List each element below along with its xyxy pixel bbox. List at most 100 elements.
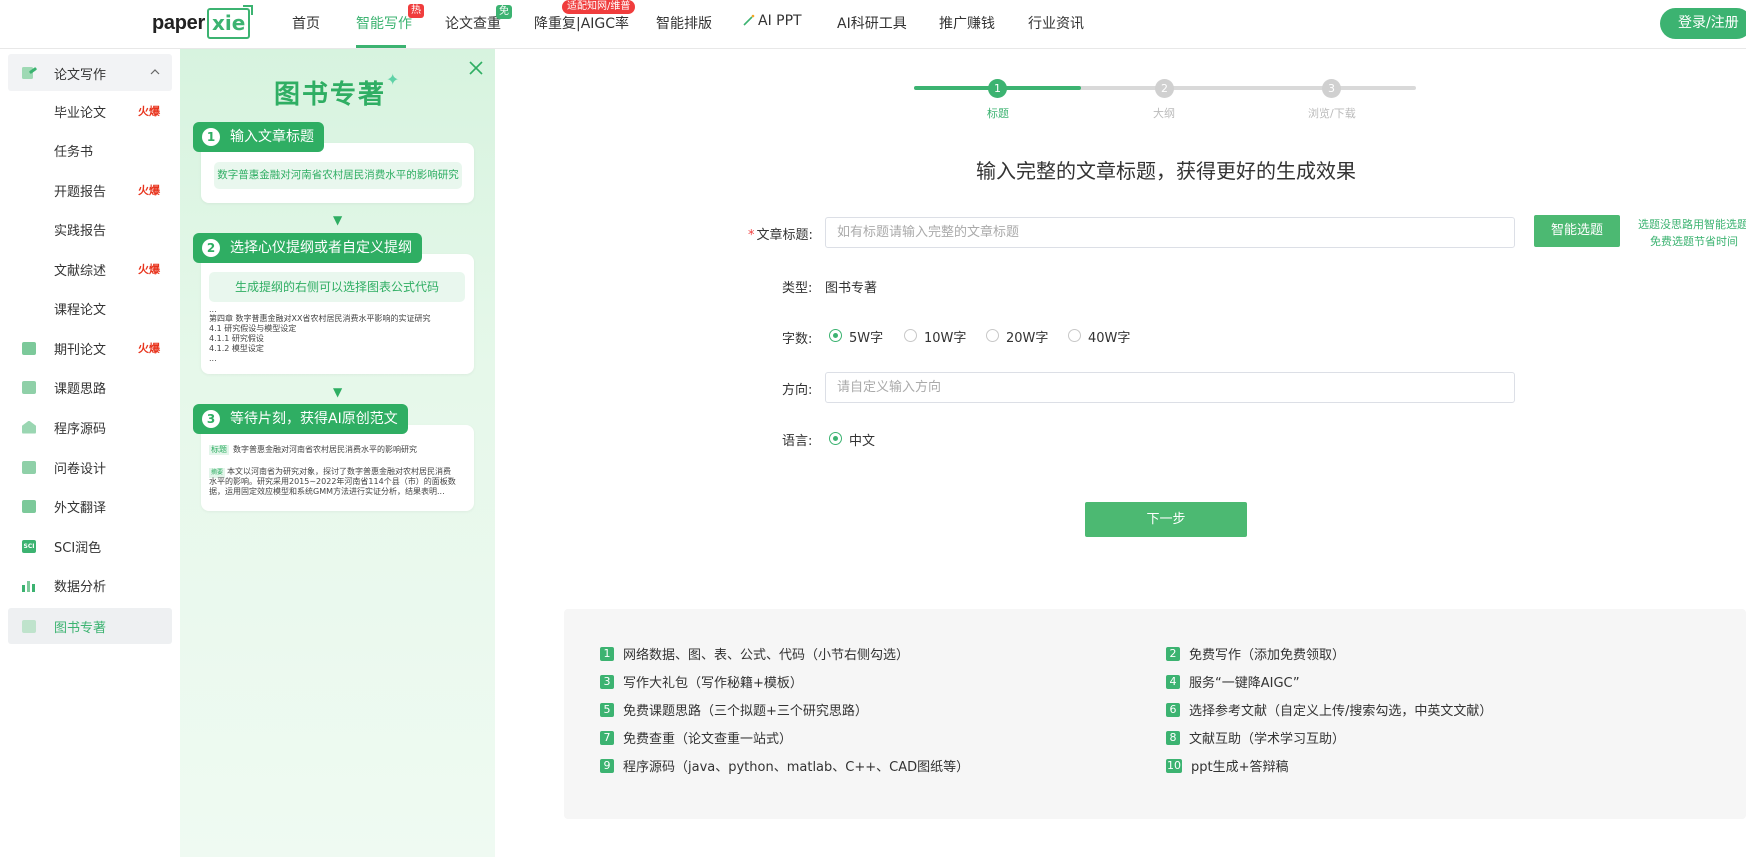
abstract-line: 据，运用固定效应模型和系统GMM方法进行实证分析，结果表明...	[209, 487, 445, 496]
logo-box-text: xie	[206, 4, 254, 39]
bar-chart-icon	[22, 581, 35, 592]
sidebar-item-source-code[interactable]: 程序源码	[8, 410, 172, 444]
chevron-up-icon[interactable]	[150, 68, 160, 75]
hot-label: 火爆	[138, 184, 160, 197]
benefit-item: 10 ppt生成+答辩稿	[1166, 756, 1289, 775]
word-40w-radio[interactable]	[1068, 329, 1081, 342]
direction-input[interactable]: 请自定义输入方向	[825, 372, 1515, 403]
sidebar-item-label: 程序源码	[54, 421, 107, 437]
title-input[interactable]: 如有标题请输入完整的文章标题	[825, 217, 1515, 248]
nav-ai-research-tools[interactable]: AI科研工具	[837, 13, 907, 33]
nav-industry-news[interactable]: 行业资讯	[1028, 13, 1084, 33]
title-label-text: 文章标题:	[756, 228, 813, 243]
step-label: 等待片刻，获得AI原创范文	[230, 411, 398, 427]
layers-icon	[22, 420, 36, 434]
sidebar-section-paper-writing[interactable]: 论文写作	[8, 54, 172, 91]
progress-step-2-label: 大纲	[1153, 107, 1175, 120]
sidebar-item-label: 数据分析	[54, 579, 107, 595]
benefit-text: 网络数据、图、表、公式、代码（小节右侧勾选）	[623, 648, 910, 663]
abstract-line: 本文以河南省为研究对象，探讨了数字普惠金融对农村居民消费	[227, 467, 452, 476]
top-navbar: paper xie 首页 智能写作 热 论文查重 免 适配知网/维普 降重复|A…	[0, 0, 1746, 49]
arrow-down-icon: ▼	[333, 213, 343, 227]
sidebar-item-label: 毕业论文	[54, 105, 107, 121]
logo-text: paper	[152, 11, 205, 34]
outline-line: ...	[209, 354, 217, 363]
word-20w-label[interactable]: 20W字	[1006, 327, 1048, 346]
sidebar-item-journal-paper[interactable]: 期刊论文 火爆	[8, 331, 172, 365]
sidebar-item-data-analysis[interactable]: 数据分析	[8, 568, 172, 602]
hot-label: 火爆	[138, 342, 160, 355]
title-tag: 标题	[209, 445, 229, 455]
sparkle-icon: ✦	[386, 70, 400, 89]
required-asterisk: *	[748, 228, 755, 243]
word-20w-radio[interactable]	[986, 329, 999, 342]
book-icon	[22, 619, 36, 633]
benefit-number: 10	[1166, 758, 1182, 773]
word-10w-label[interactable]: 10W字	[924, 327, 966, 346]
sidebar-item-proposal-report[interactable]: 开题报告 火爆	[8, 173, 172, 207]
sidebar-item-label: SCI润色	[54, 540, 102, 556]
benefit-number: 7	[600, 730, 614, 745]
nav-ai-ppt[interactable]: AI PPT	[743, 13, 802, 29]
sidebar-item-topic-ideas[interactable]: 课题思路	[8, 370, 172, 404]
sidebar-item-label: 期刊论文	[54, 342, 107, 358]
sidebar-item-label: 课程论文	[54, 302, 107, 318]
nav-smart-layout[interactable]: 智能排版	[656, 13, 712, 33]
nav-plagiarism-check[interactable]: 论文查重	[445, 13, 501, 33]
nav-ai-ppt-label: AI PPT	[758, 13, 802, 29]
result-title: 数字普惠金融对河南省农村居民消费水平的影响研究	[233, 445, 417, 454]
sidebar-item-course-paper[interactable]: 课程论文	[8, 291, 172, 325]
benefit-text: 写作大礼包（写作秘籍+模板）	[623, 676, 803, 691]
sidebar-item-label: 实践报告	[54, 223, 107, 239]
nav-home[interactable]: 首页	[292, 13, 320, 33]
sidebar-section-label: 论文写作	[54, 68, 107, 83]
progress-step-3-label: 浏览/下载	[1308, 107, 1356, 120]
benefit-item: 3 写作大礼包（写作秘籍+模板）	[600, 672, 803, 691]
sidebar-item-label: 图书专著	[54, 620, 107, 636]
hot-badge: 热	[408, 4, 424, 18]
page-heading: 输入完整的文章标题，获得更好的生成效果	[976, 159, 1356, 183]
guide-title: 图书专著	[274, 80, 387, 110]
guide-step-3-pill: 3 等待片刻，获得AI原创范文	[193, 404, 408, 434]
clipboard-icon	[22, 460, 36, 474]
benefit-number: 6	[1166, 702, 1180, 717]
cnki-badge: 适配知网/维普	[562, 0, 636, 14]
sidebar-item-sci-polish[interactable]: SCI SCI润色	[8, 529, 172, 563]
benefit-number: 9	[600, 758, 614, 773]
benefit-item: 9 程序源码（java、python、matlab、C++、CAD图纸等）	[600, 756, 969, 775]
arrow-down-icon: ▼	[333, 385, 343, 399]
close-icon[interactable]	[466, 58, 486, 78]
nav-reduce-duplication[interactable]: 降重复|AIGC率	[534, 13, 629, 33]
sidebar-item-translation[interactable]: 外文翻译	[8, 489, 172, 523]
benefit-item: 7 免费查重（论文查重一站式）	[600, 728, 792, 747]
sidebar-item-book-monograph[interactable]: 图书专著	[8, 608, 172, 644]
word-5w-radio[interactable]	[829, 329, 842, 342]
language-chinese-radio[interactable]	[829, 432, 842, 445]
sidebar-item-literature-review[interactable]: 文献综述 火爆	[8, 252, 172, 286]
title-field-label: * 文章标题:	[748, 224, 813, 243]
language-chinese-label[interactable]: 中文	[849, 430, 875, 449]
nav-promotion[interactable]: 推广赚钱	[939, 13, 995, 33]
word-10w-radio[interactable]	[904, 329, 917, 342]
benefit-item: 6 选择参考文献（自定义上传/搜索勾选，中英文文献）	[1166, 700, 1492, 719]
nav-smart-writing[interactable]: 智能写作	[356, 13, 412, 33]
benefit-number: 3	[600, 674, 614, 689]
smart-topic-button[interactable]: 智能选题	[1534, 215, 1620, 247]
sidebar-item-practice-report[interactable]: 实践报告	[8, 212, 172, 246]
guide-step-1-example: 数字普惠金融对河南省农村居民消费水平的影响研究	[214, 162, 462, 189]
step-label: 选择心仪提纲或者自定义提纲	[230, 240, 412, 256]
guide-step-1-pill: 1 输入文章标题	[193, 122, 324, 152]
benefit-item: 4 服务“一键降AIGC”	[1166, 672, 1300, 691]
sidebar-item-questionnaire[interactable]: 问卷设计	[8, 450, 172, 484]
sidebar-item-graduation-thesis[interactable]: 毕业论文 火爆	[8, 94, 172, 128]
word-5w-label[interactable]: 5W字	[849, 327, 883, 346]
login-register-button[interactable]: 登录/注册	[1660, 8, 1746, 39]
logo[interactable]: paper xie	[152, 4, 254, 41]
progress-step-1-label: 标题	[987, 107, 1009, 120]
benefit-text: 文献互助（学术学习互助）	[1189, 732, 1346, 747]
next-step-button[interactable]: 下一步	[1085, 502, 1247, 537]
word-40w-label[interactable]: 40W字	[1088, 327, 1130, 346]
sidebar-item-task-book[interactable]: 任务书	[8, 133, 172, 167]
progress-step-3-dot: 3	[1322, 79, 1341, 98]
lightbulb-icon	[22, 380, 36, 394]
